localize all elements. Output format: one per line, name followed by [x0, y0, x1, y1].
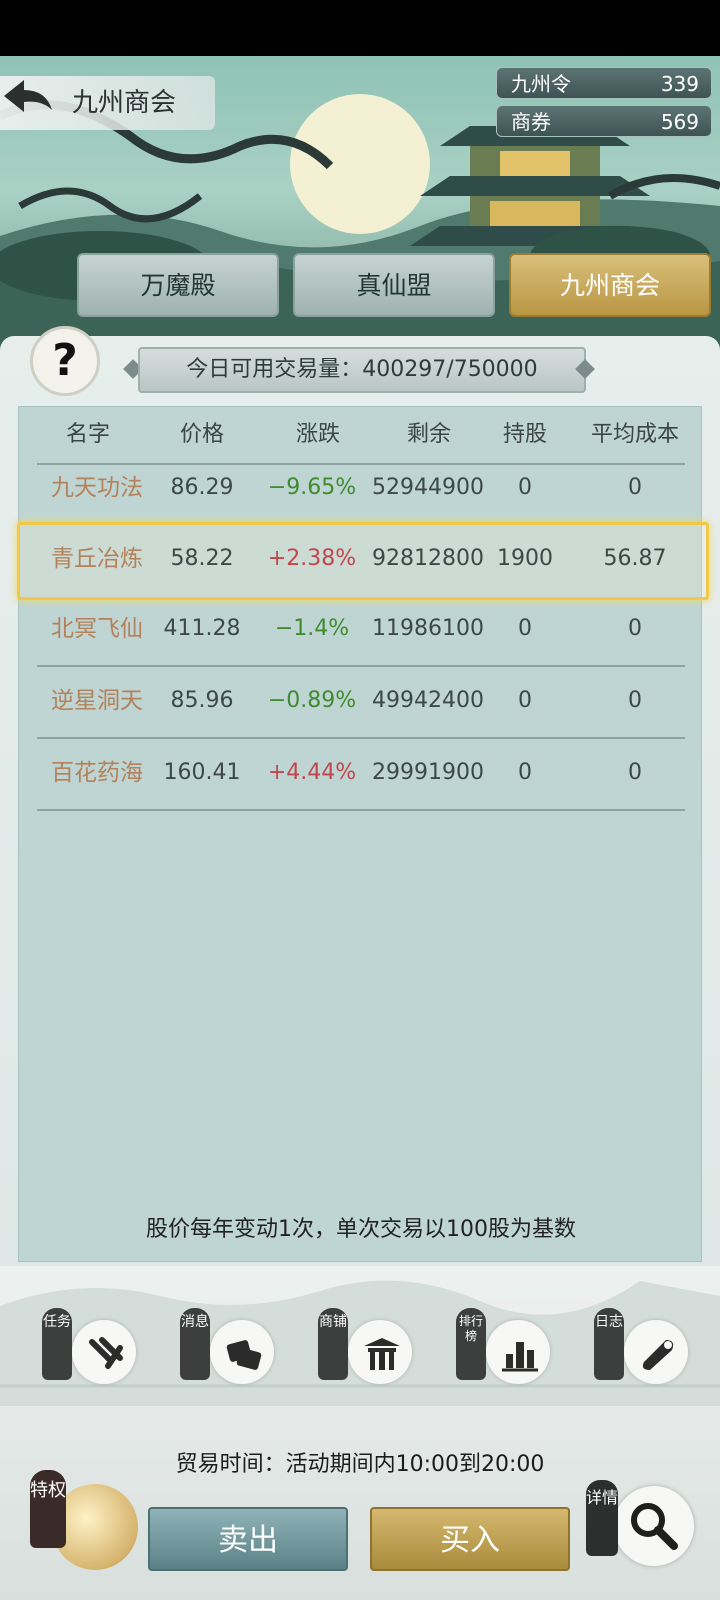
- table-row[interactable]: 百花药海 160.41 +4.44% 29991900 0 0: [37, 737, 685, 809]
- scroll-icon: [642, 1340, 674, 1370]
- tab-zhenxianmeng[interactable]: 真仙盟: [293, 253, 495, 317]
- table-row[interactable]: 九天功法 86.29 −9.65% 52944900 0 0: [37, 452, 685, 524]
- trading-rules-note: 股价每年变动1次，单次交易以100股为基数: [146, 1217, 576, 1242]
- stock-remaining: 52944900: [372, 475, 484, 500]
- stock-price: 58.22: [170, 546, 234, 571]
- magnifier-icon: [631, 1503, 678, 1550]
- stock-remaining: 49942400: [372, 688, 484, 713]
- stock-avg-cost: 0: [628, 616, 642, 641]
- stock-held: 0: [518, 688, 532, 713]
- scroll-brush-icon: [89, 1337, 123, 1369]
- trade-time: 贸易时间：活动期间内10:00到20:00: [175, 1452, 545, 1477]
- status-bar: [0, 0, 720, 56]
- currency-value: 339: [660, 72, 699, 96]
- stock-avg-cost: 0: [628, 475, 642, 500]
- stock-name: 九天功法: [51, 475, 143, 501]
- buy-button[interactable]: 买入: [370, 1507, 570, 1571]
- detail-label[interactable]: 详情: [586, 1480, 618, 1556]
- stock-held: 0: [518, 616, 532, 641]
- stock-name: 逆星洞天: [51, 688, 143, 714]
- nav-ranking[interactable]: 排行榜: [452, 1308, 552, 1388]
- stock-change: +2.38%: [267, 546, 357, 571]
- stock-held: 0: [518, 475, 532, 500]
- stock-price: 411.28: [163, 616, 241, 641]
- stock-remaining: 11986100: [372, 616, 484, 641]
- stock-held: 1900: [497, 546, 553, 571]
- nav-shop[interactable]: 商铺: [314, 1308, 414, 1388]
- tab-wanmodian[interactable]: 万魔殿: [77, 253, 279, 317]
- daily-trade-volume: 今日可用交易量：400297/750000: [138, 347, 586, 393]
- page-title: 九州商会: [72, 88, 177, 118]
- currency-label: 商券: [511, 110, 551, 134]
- privilege-label[interactable]: 特权: [30, 1470, 66, 1548]
- nav-messages[interactable]: 消息: [176, 1308, 276, 1388]
- ranking-bars-icon: [502, 1342, 538, 1372]
- stock-held: 0: [518, 760, 532, 785]
- stock-remaining: 92812800: [372, 546, 484, 571]
- shop-gate-icon: [364, 1338, 400, 1370]
- nav-label: 任务: [42, 1308, 72, 1380]
- stock-name: 百花药海: [51, 760, 143, 786]
- stock-name: 青丘冶炼: [51, 546, 143, 572]
- stock-avg-cost: 0: [628, 760, 642, 785]
- stock-change: −9.65%: [267, 475, 357, 500]
- stock-change: −0.89%: [267, 688, 357, 713]
- nav-label: 排行榜: [456, 1308, 486, 1380]
- letters-icon: [226, 1340, 262, 1370]
- stock-price: 86.29: [170, 475, 234, 500]
- tab-jiuzhou-shanghui[interactable]: 九州商会: [509, 253, 711, 317]
- stock-price: 85.96: [170, 688, 234, 713]
- nav-label: 消息: [180, 1308, 210, 1380]
- stock-change: +4.44%: [267, 760, 357, 785]
- stock-avg-cost: 56.87: [603, 546, 667, 571]
- currency-value: 569: [660, 110, 699, 134]
- currency-jiuzhou-token: 九州令 339: [496, 67, 712, 99]
- header-back-bar: 九州商会: [0, 76, 215, 130]
- currency-voucher: 商券 569: [496, 105, 712, 137]
- table-row[interactable]: 逆星洞天 85.96 −0.89% 49942400 0 0: [37, 665, 685, 737]
- back-arrow-icon[interactable]: [0, 76, 56, 116]
- nav-label: 日志: [594, 1308, 624, 1380]
- nav-tasks[interactable]: 任务: [38, 1308, 138, 1388]
- detail-search-button[interactable]: [614, 1486, 694, 1566]
- currency-label: 九州令: [511, 72, 571, 96]
- stock-avg-cost: 0: [628, 688, 642, 713]
- nav-label: 商铺: [318, 1308, 348, 1380]
- table-row-selected[interactable]: 青丘冶炼 58.22 +2.38% 92812800 1900 56.87: [17, 522, 709, 600]
- row-divider: [37, 809, 685, 811]
- stock-remaining: 29991900: [372, 760, 484, 785]
- stock-name: 北冥飞仙: [51, 616, 143, 642]
- stock-table: 名字 价格 涨跌 剩余 持股 平均成本 九天功法 86.29 −9.65% 52…: [17, 406, 709, 1262]
- stock-price: 160.41: [163, 760, 241, 785]
- sell-button[interactable]: 卖出: [148, 1507, 348, 1571]
- stock-change: −1.4%: [274, 616, 350, 641]
- question-icon[interactable]: ?: [30, 326, 100, 396]
- table-row[interactable]: 北冥飞仙 411.28 −1.4% 11986100 0 0: [37, 593, 685, 665]
- nav-log[interactable]: 日志: [590, 1308, 690, 1388]
